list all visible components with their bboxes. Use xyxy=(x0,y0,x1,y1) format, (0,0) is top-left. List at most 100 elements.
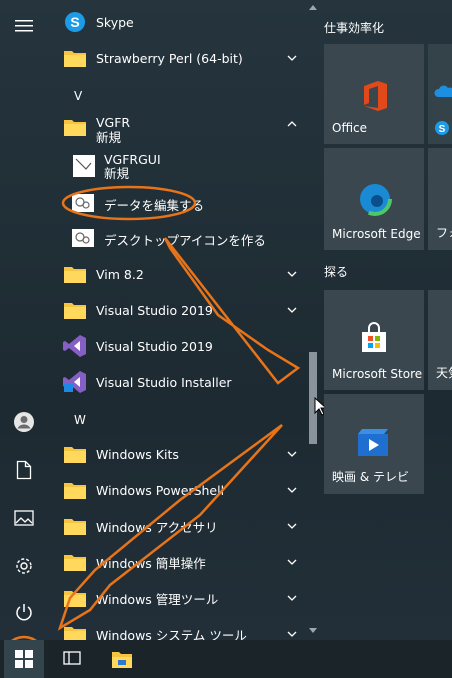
chevron-down-icon xyxy=(287,559,297,565)
power-icon xyxy=(16,604,32,621)
letter-header-v[interactable]: V xyxy=(74,89,82,103)
hamburger-icon xyxy=(15,20,33,32)
visual-studio-installer-icon xyxy=(63,371,86,393)
folder-icon xyxy=(64,627,86,640)
hamburger-menu-button[interactable] xyxy=(0,4,48,48)
user-avatar-icon xyxy=(14,412,34,432)
settings-button[interactable] xyxy=(0,544,48,588)
list-item-vs-installer[interactable]: Visual Studio Installer xyxy=(48,364,306,400)
chevron-down-icon xyxy=(287,271,297,277)
file-explorer-button[interactable] xyxy=(106,640,138,678)
tile-label: フォ xyxy=(436,226,452,240)
chevron-down-icon xyxy=(287,523,297,529)
list-item-skype[interactable]: S Skype xyxy=(48,4,306,40)
folder-icon xyxy=(64,447,86,463)
list-item-vs2019-app[interactable]: Visual Studio 2019 xyxy=(48,328,306,364)
picture-icon xyxy=(14,510,34,526)
chevron-down-icon xyxy=(287,55,297,61)
tile-office[interactable]: Office xyxy=(324,44,424,144)
scroll-down-icon[interactable] xyxy=(309,628,317,634)
office-icon xyxy=(364,81,387,111)
folder-icon xyxy=(64,519,86,535)
skype-tile-icon: S xyxy=(435,121,449,135)
task-view-button[interactable] xyxy=(56,640,88,678)
list-item-label: データを編集する xyxy=(104,197,205,213)
tile-microsoft-store[interactable]: Microsoft Store xyxy=(324,290,424,390)
windows-logo-icon xyxy=(15,650,33,668)
list-item-windows-powershell[interactable]: Windows PowerShell xyxy=(48,472,306,508)
list-item-vs2019-folder[interactable]: Visual Studio 2019 xyxy=(48,292,306,328)
chevron-down-icon xyxy=(287,595,297,601)
tile-weather-partial[interactable]: 天気 xyxy=(428,290,452,390)
tile-partial-cloud[interactable]: S xyxy=(428,44,452,144)
documents-button[interactable] xyxy=(0,448,48,492)
chevron-down-icon xyxy=(287,487,297,493)
tile-photos-partial[interactable]: フォ xyxy=(428,148,452,250)
list-item-vim[interactable]: Vim 8.2 xyxy=(48,256,306,292)
list-item-label: Vim 8.2 xyxy=(96,266,144,282)
shortcut-icon xyxy=(72,194,94,212)
list-item-windows-admin-tools[interactable]: Windows 管理ツール xyxy=(48,580,306,616)
new-badge: 新規 xyxy=(96,130,122,145)
scroll-up-icon[interactable] xyxy=(309,4,317,10)
list-item-label: Visual Studio 2019 xyxy=(96,302,213,318)
list-item-windows-accessories[interactable]: Windows アクセサリ xyxy=(48,508,306,544)
list-item-label: Windows 管理ツール xyxy=(96,591,219,607)
tile-microsoft-edge[interactable]: Microsoft Edge xyxy=(324,148,424,250)
app-window-icon xyxy=(73,155,95,177)
movies-tv-icon xyxy=(358,429,388,456)
list-item-label: Strawberry Perl (64-bit) xyxy=(96,50,243,66)
new-badge: 新規 xyxy=(104,166,130,181)
list-item-windows-kits[interactable]: Windows Kits xyxy=(48,436,306,472)
folder-icon xyxy=(64,303,86,319)
svg-text:S: S xyxy=(70,14,79,30)
taskbar xyxy=(0,640,452,678)
onedrive-icon xyxy=(434,85,452,97)
tile-label: 映画 & テレビ xyxy=(332,470,409,484)
list-item-label: デスクトップアイコンを作る xyxy=(104,232,266,248)
chevron-up-icon xyxy=(287,121,297,127)
list-item-vgfr[interactable]: VGFR 新規 xyxy=(48,112,306,148)
pictures-button[interactable] xyxy=(0,496,48,540)
list-item-label: Windows アクセサリ xyxy=(96,519,218,535)
start-button[interactable] xyxy=(4,640,44,678)
list-item-label: VGFR xyxy=(96,115,131,130)
task-view-icon xyxy=(63,651,81,665)
list-item-strawberry-perl[interactable]: Strawberry Perl (64-bit) xyxy=(48,40,306,76)
tile-group-title-productivity: 仕事効率化 xyxy=(324,21,385,35)
list-item-windows-ease-of-access[interactable]: Windows 簡単操作 xyxy=(48,544,306,580)
app-list-scrollbar[interactable] xyxy=(306,0,320,640)
list-item-desktop-icon[interactable]: デスクトップアイコンを作る xyxy=(48,221,306,257)
list-item-label: Skype xyxy=(96,14,134,30)
user-account-button[interactable] xyxy=(0,400,48,444)
app-list[interactable]: S Skype Strawberry Perl (64-bit) V VGFR … xyxy=(48,0,306,640)
list-item-vgfrgui[interactable]: VGFRGUI 新規 xyxy=(48,148,306,184)
visual-studio-icon xyxy=(63,335,86,357)
folder-icon xyxy=(64,51,86,67)
gear-icon xyxy=(16,558,32,574)
svg-text:S: S xyxy=(439,124,446,135)
tile-group-title-explore: 探る xyxy=(324,265,349,279)
shortcut-icon xyxy=(72,229,94,247)
store-icon xyxy=(362,322,386,352)
tile-movies-tv[interactable]: 映画 & テレビ xyxy=(324,394,424,494)
tile-label: Microsoft Edge xyxy=(332,227,421,241)
tile-label: Office xyxy=(332,121,368,135)
list-item-label: Windows システム ツール xyxy=(96,627,247,641)
list-item-edit-data[interactable]: データを編集する xyxy=(48,186,306,222)
power-button[interactable] xyxy=(0,590,48,634)
list-item-label: VGFRGUI xyxy=(104,152,161,167)
document-icon xyxy=(16,460,32,480)
list-item-label: Windows PowerShell xyxy=(96,482,225,498)
folder-icon xyxy=(64,483,86,499)
folder-icon xyxy=(64,591,86,607)
letter-header-w[interactable]: W xyxy=(74,413,86,427)
tile-label: Microsoft Store xyxy=(332,367,423,381)
list-item-label: Visual Studio Installer xyxy=(96,374,232,390)
folder-icon xyxy=(64,267,86,283)
list-item-label: Windows Kits xyxy=(96,446,179,462)
chevron-down-icon xyxy=(287,451,297,457)
folder-icon xyxy=(64,555,86,571)
skype-icon: S xyxy=(65,12,85,32)
list-item-windows-system-tools[interactable]: Windows システム ツール xyxy=(48,616,306,640)
